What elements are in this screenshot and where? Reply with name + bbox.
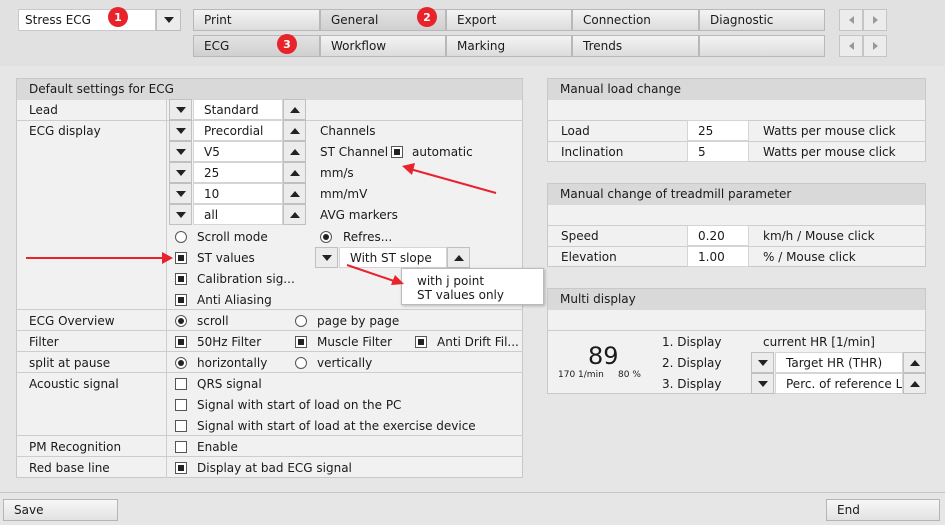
annotation-arrows — [26, 163, 497, 285]
end-button[interactable]: End — [826, 499, 940, 521]
end-button-label: End — [837, 503, 860, 517]
save-button-label: Save — [14, 503, 44, 517]
save-button[interactable]: Save — [3, 499, 118, 521]
arrow-to-popup — [346, 264, 404, 285]
arrow-to-st-channel — [402, 163, 497, 194]
divider — [0, 492, 945, 493]
arrow-to-st-values — [26, 252, 173, 264]
